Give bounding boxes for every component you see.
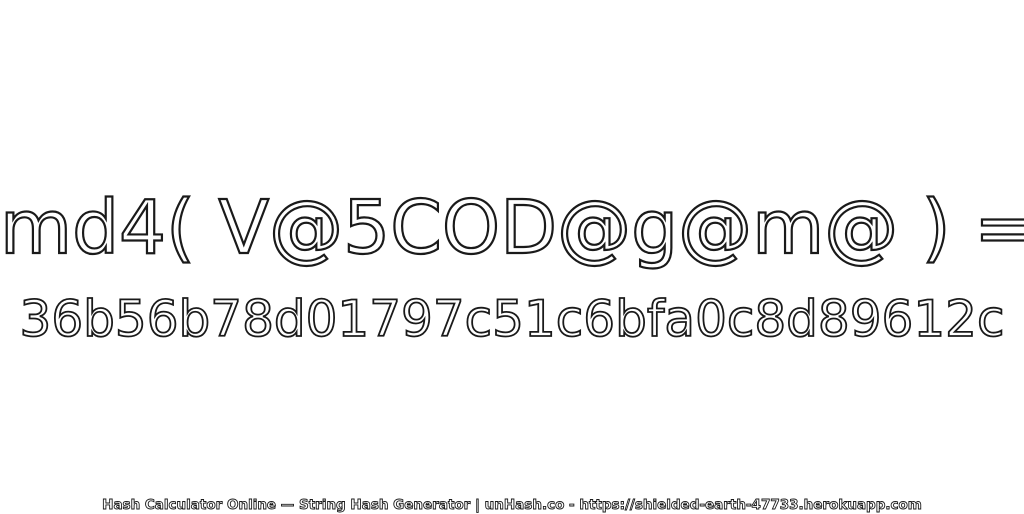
hash-expression: md4( V@5COD@g@m@ ) = [0,184,1024,272]
site-footer-caption: Hash Calculator Online — String Hash Gen… [102,497,923,514]
hash-digest: 36b56b78d01797c51c6bfa0c8d89612c [19,289,1006,349]
